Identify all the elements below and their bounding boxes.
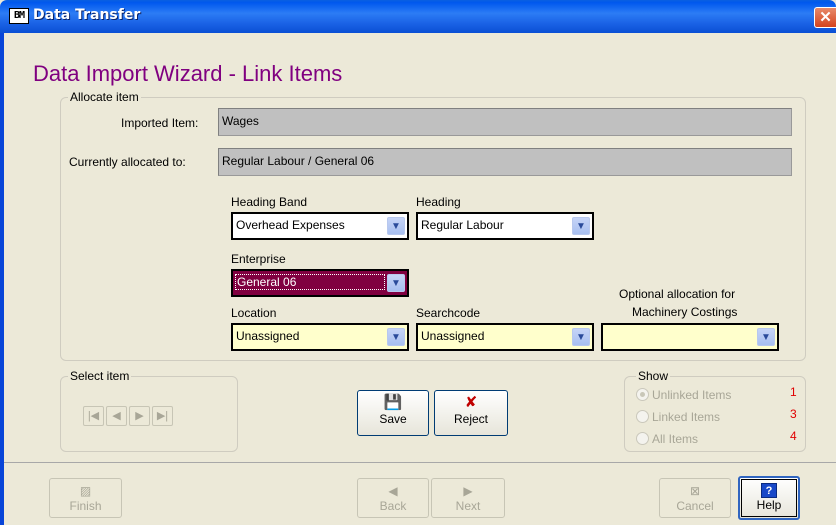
select-item-group-label: Select item xyxy=(68,369,132,383)
linked-items-radio[interactable]: Linked Items xyxy=(636,410,720,424)
currently-allocated-label: Currently allocated to: xyxy=(69,155,186,169)
finish-button[interactable]: ▨ Finish xyxy=(49,478,122,518)
heading-band-dropdown[interactable]: Overhead Expenses ▼ xyxy=(231,212,409,240)
chevron-down-icon[interactable]: ▼ xyxy=(572,217,590,235)
location-label: Location xyxy=(231,306,277,320)
imported-item-label: Imported Item: xyxy=(121,116,199,130)
machinery-label-line2: Machinery Costings xyxy=(632,305,738,319)
allocate-item-group-label: Allocate item xyxy=(68,90,141,104)
heading-value: Regular Labour xyxy=(421,218,504,232)
all-items-count: 4 xyxy=(790,429,797,443)
linked-items-count: 3 xyxy=(790,407,797,421)
back-button-label: Back xyxy=(379,499,407,513)
help-icon: ? xyxy=(761,483,777,498)
currently-allocated-field: Regular Labour / General 06 xyxy=(218,148,792,176)
save-button[interactable]: 💾 Save xyxy=(357,390,429,436)
page-title: Data Import Wizard - Link Items xyxy=(33,61,343,86)
all-items-radio[interactable]: All Items xyxy=(636,432,698,446)
finish-button-label: Finish xyxy=(69,499,102,513)
chevron-down-icon[interactable]: ▼ xyxy=(572,328,590,346)
unlinked-items-label: Unlinked Items xyxy=(652,388,732,402)
machinery-costings-dropdown[interactable]: ▼ xyxy=(601,323,779,351)
enterprise-label: Enterprise xyxy=(231,252,286,266)
chevron-down-icon[interactable]: ▼ xyxy=(757,328,775,346)
back-arrow-icon: ◀ xyxy=(388,484,398,498)
enterprise-dropdown[interactable]: General 06 ▼ xyxy=(231,269,409,297)
next-button[interactable]: ▶ Next xyxy=(431,478,505,518)
chevron-down-icon[interactable]: ▼ xyxy=(387,328,405,346)
last-item-button[interactable]: ▶| xyxy=(152,406,173,426)
linked-items-label: Linked Items xyxy=(652,410,721,424)
finish-icon: ▨ xyxy=(79,484,92,498)
searchcode-value: Unassigned xyxy=(421,329,485,343)
help-button[interactable]: ? Help xyxy=(738,476,800,520)
unlinked-items-count: 1 xyxy=(790,385,797,399)
first-item-button[interactable]: |◀ xyxy=(83,406,104,426)
next-button-label: Next xyxy=(455,499,481,513)
radio-icon[interactable] xyxy=(636,410,649,423)
previous-item-button[interactable]: ◀ xyxy=(106,406,127,426)
app-icon: BM xyxy=(9,8,29,24)
imported-item-field: Wages xyxy=(218,108,792,136)
show-group-label: Show xyxy=(636,369,671,383)
heading-band-value: Overhead Expenses xyxy=(236,218,345,232)
next-item-button[interactable]: ▶ xyxy=(129,406,150,426)
radio-icon[interactable] xyxy=(636,432,649,445)
searchcode-dropdown[interactable]: Unassigned ▼ xyxy=(416,323,594,351)
enterprise-value: General 06 xyxy=(235,274,385,290)
radio-icon[interactable] xyxy=(636,388,649,401)
unlinked-items-radio[interactable]: Unlinked Items xyxy=(636,388,731,402)
heading-band-label: Heading Band xyxy=(231,195,308,209)
heading-dropdown[interactable]: Regular Labour ▼ xyxy=(416,212,594,240)
cancel-button-label: Cancel xyxy=(676,499,714,513)
back-button[interactable]: ◀ Back xyxy=(357,478,429,518)
searchcode-label: Searchcode xyxy=(416,306,481,320)
reject-button-label: Reject xyxy=(453,412,488,426)
next-arrow-icon: ▶ xyxy=(463,484,473,498)
all-items-label: All Items xyxy=(652,432,699,446)
reject-button[interactable]: ✘ Reject xyxy=(434,390,508,436)
heading-label: Heading xyxy=(416,195,461,209)
cancel-button[interactable]: ⊠ Cancel xyxy=(659,478,731,518)
location-dropdown[interactable]: Unassigned ▼ xyxy=(231,323,409,351)
cancel-icon: ⊠ xyxy=(689,484,701,498)
title-bar[interactable]: BM Data Transfer ✕ xyxy=(0,0,836,33)
chevron-down-icon[interactable]: ▼ xyxy=(387,274,405,292)
floppy-disk-icon: 💾 xyxy=(383,394,403,411)
close-button[interactable]: ✕ xyxy=(814,7,836,28)
chevron-down-icon[interactable]: ▼ xyxy=(387,217,405,235)
location-value: Unassigned xyxy=(236,329,300,343)
help-button-label: Help xyxy=(756,498,782,512)
window-title: Data Transfer xyxy=(33,7,141,23)
machinery-label-line1: Optional allocation for xyxy=(619,287,736,301)
save-button-label: Save xyxy=(379,412,407,426)
reject-icon: ✘ xyxy=(464,394,478,411)
